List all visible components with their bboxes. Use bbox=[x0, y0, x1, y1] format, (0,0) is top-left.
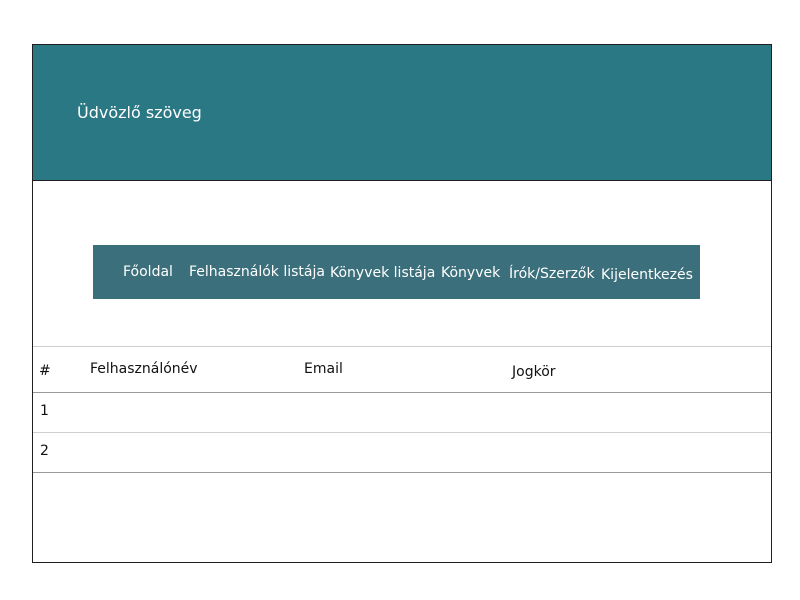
nav-item-home[interactable]: Főoldal bbox=[123, 264, 173, 280]
table-bottom-border bbox=[33, 472, 771, 473]
row-index: 1 bbox=[40, 403, 49, 419]
column-header-role: Jogkör bbox=[512, 364, 556, 380]
nav-item-authors[interactable]: Írók/Szerzők bbox=[509, 266, 595, 282]
header-banner: Üdvözlő szöveg bbox=[33, 45, 771, 181]
nav-item-books[interactable]: Könyvek bbox=[441, 265, 500, 281]
page-frame: Üdvözlő szöveg Főoldal Felhasználók list… bbox=[32, 44, 772, 563]
table-row-divider bbox=[33, 432, 771, 433]
row-index: 2 bbox=[40, 443, 49, 459]
main-navigation: Főoldal Felhasználók listája Könyvek lis… bbox=[93, 245, 700, 299]
column-header-index: # bbox=[39, 363, 51, 379]
nav-item-logout[interactable]: Kijelentkezés bbox=[601, 267, 693, 283]
table-top-border bbox=[33, 346, 771, 347]
nav-item-users-list[interactable]: Felhasználók listája bbox=[189, 264, 325, 280]
nav-item-books-list[interactable]: Könyvek listája bbox=[330, 265, 435, 281]
welcome-text: Üdvözlő szöveg bbox=[77, 103, 202, 122]
table-row-divider bbox=[33, 392, 771, 393]
column-header-username: Felhasználónév bbox=[90, 361, 198, 377]
column-header-email: Email bbox=[304, 361, 343, 377]
